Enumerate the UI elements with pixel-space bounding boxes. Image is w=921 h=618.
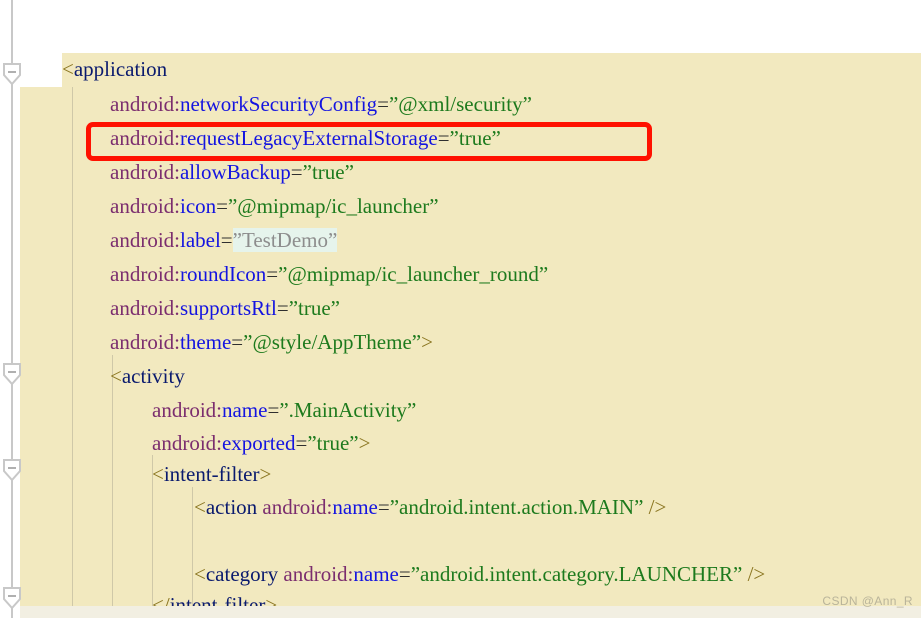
token-tag: category [205,562,279,586]
token-eq: = [267,398,280,422]
token-eq: = [398,562,411,586]
line-action-main[interactable]: <action android:name=”android.intent.act… [194,491,666,525]
token-ns: android: [283,562,354,586]
code-content: <application android:networkSecurityConfi… [0,0,921,618]
token-tag: intent-filter [163,462,260,486]
token-ns: android: [110,92,180,116]
token-br: < [110,364,122,388]
token-attr: name [353,562,399,586]
watermark: CSDN @Ann_R [822,594,913,608]
token-br: < [194,562,206,586]
token-tag: application [73,57,168,81]
token-br: > [421,330,433,354]
red-highlight-box [86,122,652,161]
token-attr: networkSecurityConfig [179,92,378,116]
token-val: ”android.intent.category.LAUNCHER” [410,562,743,586]
token-attr: theme [179,330,232,354]
token-tag: action [205,495,258,519]
token-tag: activity [121,364,185,388]
line-round-icon[interactable]: android:roundIcon=”@mipmap/ic_launcher_r… [110,258,548,292]
token-ns: android: [110,194,180,218]
token-val: ”true” [302,160,354,184]
token-br: < [194,495,206,519]
token-eq: = [377,92,389,116]
token-br: < [62,57,74,81]
token-ns: android: [110,262,180,286]
token-attr: icon [179,194,217,218]
token-attr: roundIcon [179,262,267,286]
token-ns: android: [110,228,180,252]
token-br: /> [742,562,766,586]
token-valhl: ”TestDemo” [232,228,338,252]
token-br: /> [643,495,667,519]
line-activity-open[interactable]: <activity [110,360,185,394]
token-attr: supportsRtl [179,296,277,320]
token-val: ”@xml/security” [388,92,532,116]
token-eq: = [220,228,233,252]
token-ns: android: [152,431,222,455]
token-attr: label [179,228,221,252]
token-attr: allowBackup [179,160,291,184]
token-attr: name [221,398,268,422]
token-eq: = [231,330,244,354]
line-icon[interactable]: android:icon=”@mipmap/ic_launcher” [110,190,439,224]
token-ns: android: [110,330,180,354]
token-eq: = [216,194,228,218]
horizontal-scrollbar-track[interactable] [20,606,921,618]
line-activity-name[interactable]: android:name=”.MainActivity” [152,394,416,428]
token-val: ”true” [288,296,340,320]
token-val: ”@mipmap/ic_launcher” [227,194,439,218]
token-val: ”android.intent.action.MAIN” [389,495,644,519]
token-br: > [259,462,272,486]
token-ns: android: [152,398,222,422]
line-intent-filter-open[interactable]: <intent-filter> [152,458,271,492]
line-supports-rtl[interactable]: android:supportsRtl=”true” [110,292,340,326]
token-attr: name [332,495,378,519]
line-theme[interactable]: android:theme=”@style/AppTheme”> [110,326,433,360]
token-eq: = [295,431,308,455]
token-ns: android: [110,296,180,320]
line-application-open[interactable]: <application [62,53,167,87]
token-ns: android: [110,160,180,184]
token-eq: = [276,296,289,320]
editor-screenshot: <application android:networkSecurityConfi… [0,0,921,618]
token-eq: = [290,160,303,184]
token-br: > [358,431,371,455]
line-activity-exported[interactable]: android:exported=”true”> [152,427,370,461]
token-br: < [152,462,164,486]
line-network-security-config[interactable]: android:networkSecurityConfig=”@xml/secu… [110,88,532,122]
token-val: ”@mipmap/ic_launcher_round” [278,262,549,286]
line-label[interactable]: android:label=”TestDemo” [110,224,338,258]
token-eq: = [377,495,390,519]
token-val: ”.MainActivity” [279,398,417,422]
line-category-launcher[interactable]: <category android:name=”android.intent.c… [194,558,765,592]
token-val: ”@style/AppTheme” [243,330,422,354]
line-allow-backup[interactable]: android:allowBackup=”true” [110,156,354,190]
token-val: ”true” [307,431,359,455]
token-ns: android: [262,495,333,519]
token-eq: = [266,262,279,286]
token-attr: exported [221,431,296,455]
